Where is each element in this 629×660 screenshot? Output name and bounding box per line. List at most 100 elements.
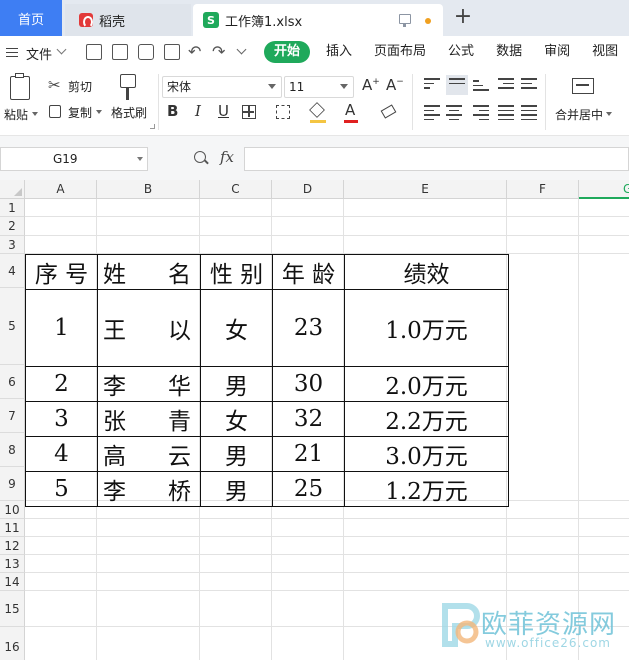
undo-icon[interactable]: ↶ (188, 42, 201, 61)
cell-name[interactable]: 王以 (97, 289, 201, 367)
cell-age[interactable]: 25 (272, 471, 345, 507)
row-header-4[interactable]: 4 (0, 254, 25, 288)
column-header-c[interactable]: C (200, 180, 272, 199)
paste-dropdown-icon[interactable] (32, 112, 38, 116)
window-mode-icon[interactable] (399, 14, 411, 27)
column-header-a[interactable]: A (25, 180, 97, 199)
cell-performance[interactable]: 1.0万元 (344, 289, 509, 367)
cell-performance[interactable]: 2.2万元 (344, 401, 509, 437)
column-header-b[interactable]: B (97, 180, 200, 199)
align-bottom-icon[interactable] (473, 80, 489, 94)
select-all-corner[interactable] (0, 180, 25, 199)
row-header-9[interactable]: 9 (0, 467, 25, 501)
zoom-icon[interactable] (194, 151, 206, 163)
row-header-16[interactable]: 16 (0, 627, 25, 660)
copy-icon[interactable] (49, 105, 61, 118)
cell-seq[interactable]: 1 (25, 289, 98, 367)
column-header-d[interactable]: D (272, 180, 344, 199)
tab-insert[interactable]: 插入 (326, 41, 352, 63)
font-color-icon[interactable]: A (345, 101, 355, 119)
increase-indent-icon[interactable] (521, 78, 537, 92)
cell-name[interactable]: 李华 (97, 366, 201, 402)
align-top-icon[interactable] (424, 78, 440, 92)
row-header-10[interactable]: 10 (0, 501, 25, 519)
cell-performance[interactable]: 2.0万元 (344, 366, 509, 402)
cell-age[interactable]: 21 (272, 436, 345, 472)
header-performance[interactable]: 绩效 (344, 254, 509, 290)
formula-input[interactable] (244, 147, 629, 171)
format-painter-button[interactable]: 格式刷 (111, 104, 147, 121)
row-header-7[interactable]: 7 (0, 399, 25, 433)
name-box[interactable]: G19 (0, 147, 148, 171)
eraser-icon[interactable] (380, 104, 397, 119)
paste-icon[interactable] (10, 73, 30, 100)
tab-formulas[interactable]: 公式 (448, 41, 474, 63)
cut-button[interactable]: 剪切 (68, 78, 92, 95)
row-header-1[interactable]: 1 (0, 199, 25, 217)
tab-data[interactable]: 数据 (496, 41, 522, 63)
align-center-icon[interactable] (446, 105, 462, 120)
tab-start[interactable]: 开始 (264, 41, 311, 63)
column-header-f[interactable]: F (507, 180, 579, 199)
insert-function-button[interactable]: fx (220, 148, 234, 166)
justify-icon[interactable] (498, 105, 514, 120)
row-header-12[interactable]: 12 (0, 537, 25, 555)
copy-button[interactable]: 复制 (68, 104, 92, 121)
underline-icon[interactable]: U (218, 102, 229, 120)
align-middle-icon[interactable] (446, 75, 468, 95)
cell-name[interactable]: 李桥 (97, 471, 201, 507)
header-name[interactable]: 姓名 (97, 254, 201, 290)
file-menu[interactable]: 文件 (26, 44, 52, 63)
cell-seq[interactable]: 3 (25, 401, 98, 437)
print-preview-icon[interactable] (164, 44, 180, 60)
cell-gender[interactable]: 女 (200, 401, 273, 437)
cell-gender[interactable]: 男 (200, 366, 273, 402)
chevron-down-icon[interactable] (56, 44, 67, 55)
tab-page-layout[interactable]: 页面布局 (374, 41, 426, 63)
cell-gender[interactable]: 男 (200, 471, 273, 507)
cell-style-icon[interactable] (276, 105, 290, 119)
paste-button[interactable]: 粘贴 (4, 106, 28, 123)
header-gender[interactable]: 性 别 (200, 254, 273, 290)
header-age[interactable]: 年 龄 (272, 254, 345, 290)
align-right-icon[interactable] (473, 105, 489, 120)
merge-dropdown-icon[interactable] (606, 112, 612, 116)
save-icon[interactable] (86, 44, 102, 60)
font-name-select[interactable]: 宋体 (162, 76, 282, 98)
row-header-15[interactable]: 15 (0, 591, 25, 627)
tab-home[interactable]: 首页 (0, 0, 62, 36)
tab-view[interactable]: 视图 (592, 41, 618, 63)
new-tab-button[interactable]: + (452, 6, 474, 30)
cell-name[interactable]: 高云 (97, 436, 201, 472)
row-header-5[interactable]: 5 (0, 288, 25, 365)
cell-performance[interactable]: 3.0万元 (344, 436, 509, 472)
export-icon[interactable] (112, 44, 128, 60)
merge-center-button[interactable]: 合并居中 (555, 106, 603, 123)
italic-icon[interactable]: I (195, 102, 201, 120)
format-painter-icon[interactable] (120, 74, 136, 100)
row-header-2[interactable]: 2 (0, 217, 25, 236)
decrease-indent-icon[interactable] (498, 78, 514, 92)
redo-icon[interactable]: ↷ (212, 42, 225, 61)
cell-age[interactable]: 23 (272, 289, 345, 367)
row-header-13[interactable]: 13 (0, 555, 25, 573)
tab-daoke[interactable]: 稻壳 (65, 4, 191, 36)
fill-color-icon[interactable] (309, 102, 325, 118)
cell-gender[interactable]: 女 (200, 289, 273, 367)
decrease-font-icon[interactable]: A− (386, 76, 404, 94)
cell-name[interactable]: 张青 (97, 401, 201, 437)
font-size-select[interactable]: 11 (284, 76, 354, 98)
more-quick-access-icon[interactable] (236, 44, 247, 55)
hamburger-menu-icon[interactable] (6, 48, 18, 57)
header-seq[interactable]: 序 号 (25, 254, 98, 290)
row-header-8[interactable]: 8 (0, 433, 25, 467)
row-header-6[interactable]: 6 (0, 365, 25, 399)
print-icon[interactable] (138, 44, 154, 60)
column-header-g[interactable]: G (579, 180, 629, 199)
cell-age[interactable]: 30 (272, 366, 345, 402)
column-header-e[interactable]: E (344, 180, 507, 199)
cell-gender[interactable]: 男 (200, 436, 273, 472)
clipboard-launcher-icon[interactable] (150, 124, 155, 129)
merge-center-icon[interactable] (572, 78, 594, 94)
scissors-icon[interactable]: ✂ (48, 76, 61, 94)
